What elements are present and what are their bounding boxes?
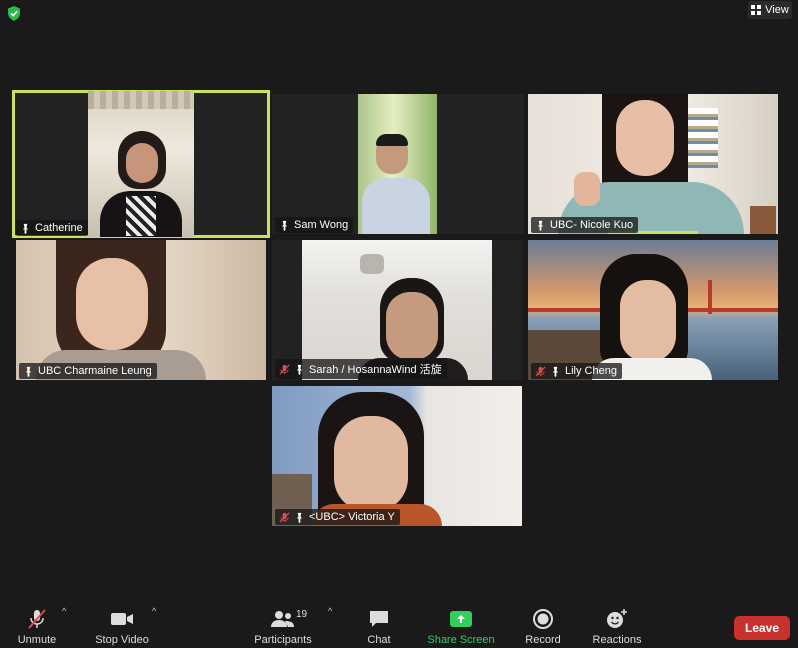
participants-count: 19	[296, 609, 308, 620]
video-tile-sarah-hosannawind[interactable]: Sarah / HosannaWind 活旋	[272, 240, 522, 380]
muted-mic-icon	[535, 365, 546, 377]
participant-nametag: UBC Charmaine Leung	[19, 363, 157, 379]
participant-name: Catherine	[35, 222, 83, 234]
unmute-label: Unmute	[17, 634, 57, 646]
reactions-label: Reactions	[592, 634, 642, 646]
pin-icon	[552, 366, 559, 377]
participants-options-caret-icon[interactable]: ^	[328, 606, 332, 616]
stop-video-button[interactable]: Stop Video	[92, 607, 152, 646]
share-screen-button[interactable]: Share Screen	[426, 607, 496, 646]
participant-nametag: <UBC> Victoria Y	[275, 509, 400, 525]
participant-nametag: Sarah / HosannaWind 活旋	[275, 359, 447, 379]
muted-mic-icon	[279, 363, 290, 375]
pin-icon	[537, 220, 544, 231]
video-tile-lily-cheng[interactable]: Lily Cheng	[528, 240, 778, 380]
muted-mic-icon	[28, 609, 46, 629]
pin-icon	[281, 220, 288, 231]
video-options-caret-icon[interactable]: ^	[152, 606, 156, 616]
stop-video-label: Stop Video	[95, 634, 149, 646]
pin-icon	[22, 223, 29, 234]
leave-button[interactable]: Leave	[734, 616, 790, 640]
muted-mic-icon	[279, 511, 290, 523]
smiley-plus-icon	[607, 609, 627, 628]
video-tile-charmaine-leung[interactable]: UBC Charmaine Leung	[16, 240, 266, 380]
view-label: View	[765, 4, 789, 16]
share-screen-icon	[450, 611, 472, 627]
audio-options-caret-icon[interactable]: ^	[62, 606, 66, 616]
participant-name: Sarah / HosannaWind 活旋	[309, 364, 442, 376]
participant-nametag: Catherine	[16, 220, 88, 236]
chat-bubble-icon	[370, 611, 388, 627]
share-screen-label: Share Screen	[427, 634, 495, 646]
chat-label: Chat	[367, 634, 391, 646]
participant-nametag: UBC- Nicole Kuo	[531, 217, 639, 233]
participant-nametag: Lily Cheng	[531, 363, 622, 379]
video-tile-victoria-y[interactable]: <UBC> Victoria Y	[272, 386, 522, 526]
video-tile-sam-wong[interactable]: Sam Wong	[272, 94, 524, 234]
record-button[interactable]: Record	[522, 607, 564, 646]
participant-name: UBC Charmaine Leung	[38, 365, 152, 377]
record-icon	[533, 609, 553, 629]
video-feed	[528, 240, 778, 380]
participant-name: Lily Cheng	[565, 365, 617, 377]
participant-name: UBC- Nicole Kuo	[550, 219, 634, 231]
pin-icon	[25, 366, 32, 377]
video-feed	[528, 94, 778, 234]
unmute-button[interactable]: Unmute	[12, 607, 62, 646]
video-feed	[88, 91, 194, 237]
video-camera-icon	[111, 613, 133, 625]
participants-button[interactable]: 19 Participants	[252, 607, 314, 646]
participants-label: Participants	[254, 634, 312, 646]
view-button[interactable]: View	[748, 1, 792, 19]
security-shield-icon[interactable]	[7, 6, 21, 21]
meeting-toolbar: Unmute ^ Stop Video ^ 19 Participants ^	[0, 600, 798, 648]
pin-icon	[296, 364, 303, 375]
participant-name: Sam Wong	[294, 219, 349, 231]
participant-name: <UBC> Victoria Y	[309, 511, 395, 523]
record-label: Record	[525, 634, 561, 646]
video-tile-nicole-kuo[interactable]: UBC- Nicole Kuo	[528, 94, 778, 234]
video-feed	[358, 94, 437, 234]
participants-icon	[271, 611, 294, 627]
video-feed	[272, 386, 522, 526]
participant-nametag: Sam Wong	[275, 217, 354, 233]
reactions-button[interactable]: Reactions	[590, 607, 644, 646]
grid-icon	[751, 5, 762, 15]
video-tile-catherine[interactable]: Catherine	[12, 90, 270, 238]
chat-button[interactable]: Chat	[362, 607, 396, 646]
pin-icon	[296, 512, 303, 523]
video-feed	[16, 240, 266, 380]
